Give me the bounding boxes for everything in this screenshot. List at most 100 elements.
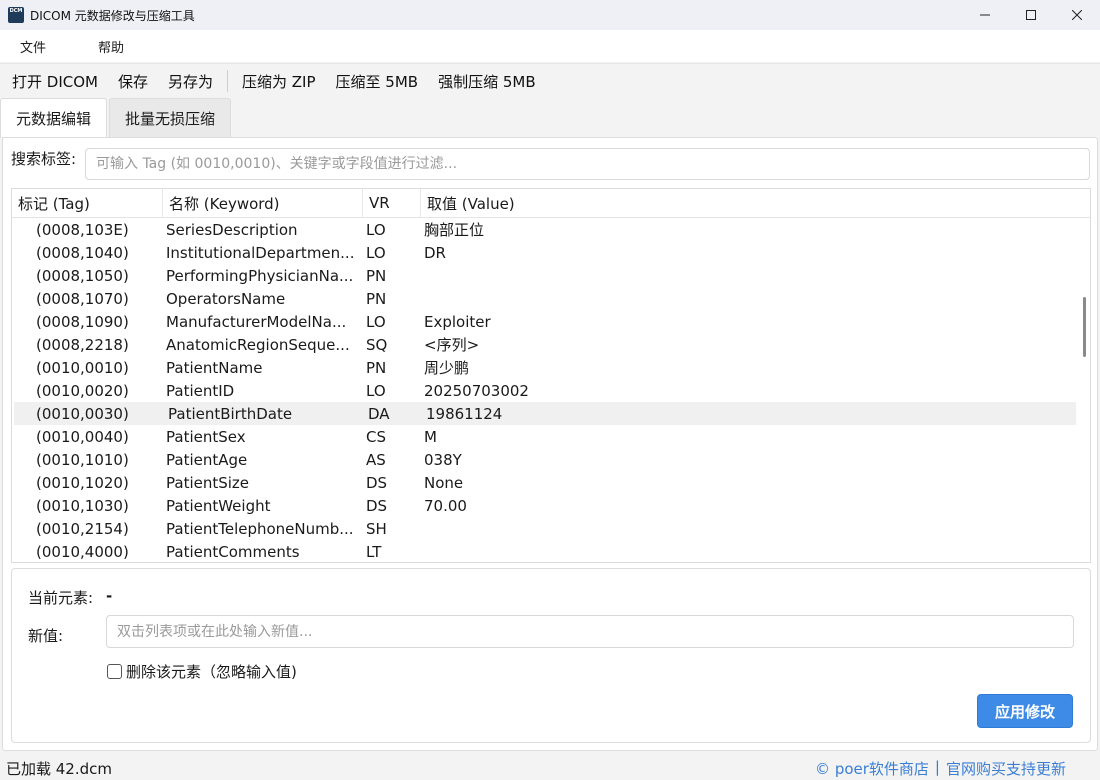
open-dicom-button[interactable]: 打开 DICOM	[2, 71, 108, 92]
table-row[interactable]: (0008,1090) ManufacturerModelNa... LO Explo…	[12, 310, 1090, 333]
row-tag: (0010,0010)	[36, 358, 129, 377]
apply-changes-button[interactable]: 应用修改	[977, 694, 1073, 728]
row-value: M	[424, 427, 437, 446]
row-vr: DS	[366, 496, 388, 515]
tab-metadata-edit[interactable]: 元数据编辑	[0, 98, 108, 138]
status-loaded-file: 已加载 42.dcm	[6, 760, 113, 778]
compress-zip-button[interactable]: 压缩为 ZIP	[232, 71, 326, 92]
save-as-button[interactable]: 另存为	[158, 71, 223, 92]
row-name: ManufacturerModelNa...	[166, 312, 347, 331]
tab-batch-compress[interactable]: 批量无损压缩	[109, 98, 232, 137]
row-name: AnatomicRegionSeque...	[166, 335, 350, 354]
close-icon	[1072, 10, 1082, 20]
row-vr: AS	[366, 450, 386, 469]
buy-link[interactable]: 官网购买支持更新	[946, 758, 1066, 779]
toolbar-separator	[227, 70, 228, 92]
row-name: PatientAge	[166, 450, 248, 469]
row-value: 20250703002	[424, 381, 529, 400]
toolbar: 打开 DICOM 保存 另存为 压缩为 ZIP 压缩至 5MB 强制压缩 5MB	[0, 63, 1100, 98]
table-row[interactable]: (0010,0020) PatientID LO 20250703002	[12, 379, 1090, 402]
editor-panel: 当前元素: - 新值: 删除该元素（忽略输入值) 应用修改	[11, 568, 1091, 743]
delete-element-checkbox[interactable]	[107, 664, 122, 679]
row-vr: DS	[366, 473, 388, 492]
row-tag: (0008,1050)	[36, 266, 129, 285]
table-row[interactable]: (0008,103E) SeriesDescription LO 胸部正位	[12, 218, 1090, 241]
header-value[interactable]: 取值 (Value)	[420, 189, 1070, 218]
table-header: 标记 (Tag) 名称 (Keyword) VR 取值 (Value)	[12, 189, 1090, 218]
row-vr: LO	[366, 243, 386, 262]
new-value-input[interactable]	[106, 615, 1074, 648]
table-row[interactable]: (0010,4000) PatientComments LT	[12, 540, 1090, 562]
row-tag: (0008,2218)	[36, 335, 129, 354]
row-vr: LO	[366, 381, 386, 400]
title-bar: DCM DICOM 元数据修改与压缩工具	[0, 0, 1100, 30]
delete-element-label[interactable]: 删除该元素（忽略输入值)	[126, 661, 297, 682]
table-row[interactable]: (0008,1040) InstitutionalDepartmen... LO DR	[12, 241, 1090, 264]
table-row[interactable]: (0010,0030) PatientBirthDate DA 19861124	[14, 402, 1076, 425]
row-value: <序列>	[424, 336, 480, 354]
save-button[interactable]: 保存	[108, 71, 158, 92]
row-vr: LO	[366, 312, 386, 331]
delete-element-row[interactable]: 删除该元素（忽略输入值)	[107, 661, 297, 682]
menu-help[interactable]: 帮助	[66, 37, 144, 56]
row-vr: SH	[366, 519, 387, 538]
row-tag: (0008,1090)	[36, 312, 129, 331]
search-input[interactable]	[85, 148, 1090, 180]
row-name: SeriesDescription	[166, 220, 298, 239]
header-vr[interactable]: VR	[362, 189, 420, 218]
row-tag: (0010,0020)	[36, 381, 129, 400]
row-value: 19861124	[426, 404, 503, 423]
table-row[interactable]: (0010,2154) PatientTelephoneNumb... SH	[12, 517, 1090, 540]
row-vr: PN	[366, 289, 387, 308]
row-tag: (0010,0040)	[36, 427, 129, 446]
row-name: PatientSize	[166, 473, 250, 492]
search-row: 搜索标签:	[11, 148, 76, 169]
table-row[interactable]: (0010,1030) PatientWeight DS 70.00	[12, 494, 1090, 517]
link-separator: |	[934, 758, 940, 776]
table-row[interactable]: (0010,0010) PatientName PN 周少鹏	[12, 356, 1090, 379]
row-tag: (0010,0030)	[36, 404, 129, 423]
table-row[interactable]: (0010,1010) PatientAge AS 038Y	[12, 448, 1090, 471]
table-row[interactable]: (0008,1070) OperatorsName PN	[12, 287, 1090, 310]
tab-bar: 元数据编辑 批量无损压缩	[0, 98, 233, 138]
row-name: PerformingPhysicianNa...	[166, 266, 354, 285]
table-row[interactable]: (0008,2218) AnatomicRegionSeque... SQ <序列>	[12, 333, 1090, 356]
header-tag[interactable]: 标记 (Tag)	[12, 189, 162, 218]
row-vr: PN	[366, 266, 387, 285]
close-button[interactable]	[1054, 0, 1100, 30]
row-name: PatientTelephoneNumb...	[166, 519, 354, 538]
row-tag: (0008,1040)	[36, 243, 129, 262]
minimize-icon	[980, 14, 990, 16]
row-name: PatientComments	[166, 542, 300, 561]
status-bar: 已加载 42.dcm © poer软件商店 | 官网购买支持更新	[0, 756, 1100, 780]
window-title: DICOM 元数据修改与压缩工具	[30, 8, 195, 23]
table-row[interactable]: (0010,0040) PatientSex CS M	[12, 425, 1090, 448]
maximize-button[interactable]	[1008, 0, 1054, 30]
row-value: 038Y	[424, 450, 462, 469]
row-value: None	[424, 473, 464, 492]
row-name: PatientBirthDate	[168, 404, 293, 423]
row-tag: (0010,1010)	[36, 450, 129, 469]
force-compress-5mb-button[interactable]: 强制压缩 5MB	[428, 71, 546, 92]
row-value: 胸部正位	[424, 221, 485, 239]
menu-file[interactable]: 文件	[0, 37, 66, 56]
table-row[interactable]: (0008,1050) PerformingPhysicianNa... PN	[12, 264, 1090, 287]
minimize-button[interactable]	[962, 0, 1008, 30]
current-element-value: -	[106, 587, 113, 605]
window-controls	[962, 0, 1100, 30]
header-name[interactable]: 名称 (Keyword)	[162, 189, 362, 218]
row-tag: (0010,4000)	[36, 542, 129, 561]
row-name: PatientSex	[166, 427, 246, 446]
vertical-scrollbar[interactable]	[1083, 297, 1086, 357]
row-tag: (0008,103E)	[36, 220, 129, 239]
maximize-icon	[1026, 10, 1036, 20]
row-vr: SQ	[366, 335, 388, 354]
table-row[interactable]: (0010,1020) PatientSize DS None	[12, 471, 1090, 494]
compress-5mb-button[interactable]: 压缩至 5MB	[326, 71, 429, 92]
app-icon: DCM	[8, 7, 24, 23]
menu-bar: 文件 帮助	[0, 30, 1100, 62]
tag-table[interactable]: 标记 (Tag) 名称 (Keyword) VR 取值 (Value) (000…	[11, 188, 1091, 563]
store-link[interactable]: © poer软件商店	[815, 758, 929, 779]
new-value-label: 新值:	[28, 627, 64, 645]
row-value: Exploiter	[424, 312, 491, 331]
